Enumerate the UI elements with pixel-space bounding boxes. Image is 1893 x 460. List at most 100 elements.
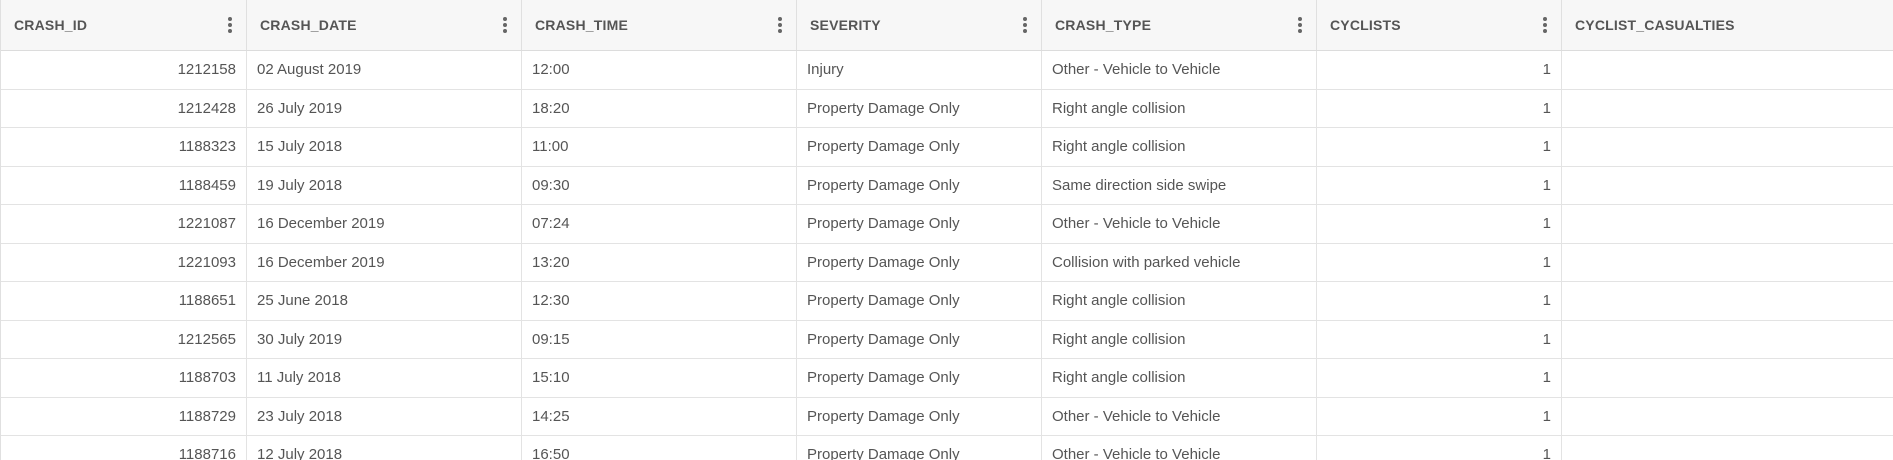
cell-cyclists[interactable]: 1 xyxy=(1317,205,1562,243)
cell-cyclist-casualties[interactable] xyxy=(1562,128,1893,166)
cell-severity[interactable]: Property Damage Only xyxy=(797,282,1042,320)
cell-crash-id[interactable]: 1212428 xyxy=(1,89,247,127)
cell-crash-type[interactable]: Right angle collision xyxy=(1042,282,1317,320)
column-menu-icon[interactable] xyxy=(1543,17,1547,33)
cell-crash-date[interactable]: 15 July 2018 xyxy=(247,128,522,166)
column-header-crash-date[interactable]: CRASH_DATE xyxy=(247,0,522,50)
table-row[interactable]: 1212428 26 July 2019 18:20 Property Damage … xyxy=(1,89,1893,128)
cell-crash-type[interactable]: Right angle collision xyxy=(1042,320,1317,358)
cell-cyclist-casualties[interactable] xyxy=(1562,359,1893,397)
table-row[interactable]: 1221087 16 December 2019 07:24 Property Dam… xyxy=(1,205,1893,244)
cell-crash-time[interactable]: 14:25 xyxy=(522,397,797,435)
cell-cyclists[interactable]: 1 xyxy=(1317,397,1562,435)
column-header-crash-type[interactable]: CRASH_TYPE xyxy=(1042,0,1317,50)
cell-cyclists[interactable]: 1 xyxy=(1317,89,1562,127)
column-menu-icon[interactable] xyxy=(778,17,782,33)
cell-cyclist-casualties[interactable] xyxy=(1562,244,1893,282)
table-row[interactable]: 1212158 02 August 2019 12:00 Injury Other - … xyxy=(1,51,1893,90)
cell-crash-date[interactable]: 11 July 2018 xyxy=(247,359,522,397)
cell-severity[interactable]: Property Damage Only xyxy=(797,166,1042,204)
cell-crash-type[interactable]: Right angle collision xyxy=(1042,359,1317,397)
cell-crash-time[interactable]: 11:00 xyxy=(522,128,797,166)
cell-cyclists[interactable]: 1 xyxy=(1317,320,1562,358)
cell-cyclist-casualties[interactable] xyxy=(1562,51,1893,89)
cell-crash-date[interactable]: 12 July 2018 xyxy=(247,436,522,460)
cell-crash-date[interactable]: 25 June 2018 xyxy=(247,282,522,320)
column-menu-icon[interactable] xyxy=(228,17,232,33)
cell-crash-id[interactable]: 1221093 xyxy=(1,243,247,281)
cell-cyclist-casualties[interactable] xyxy=(1562,321,1893,359)
cell-crash-id[interactable]: 1188703 xyxy=(1,359,247,397)
table-row[interactable]: 1188703 11 July 2018 15:10 Property Damage … xyxy=(1,359,1893,398)
cell-crash-type[interactable]: Other - Vehicle to Vehicle xyxy=(1042,397,1317,435)
cell-cyclists[interactable]: 1 xyxy=(1317,243,1562,281)
cell-crash-time[interactable]: 07:24 xyxy=(522,205,797,243)
cell-cyclist-casualties[interactable] xyxy=(1562,90,1893,128)
cell-crash-id[interactable]: 1188729 xyxy=(1,397,247,435)
cell-crash-date[interactable]: 02 August 2019 xyxy=(247,51,522,89)
cell-crash-date[interactable]: 30 July 2019 xyxy=(247,320,522,358)
cell-crash-type[interactable]: Right angle collision xyxy=(1042,128,1317,166)
cell-crash-time[interactable]: 09:15 xyxy=(522,320,797,358)
cell-cyclist-casualties[interactable] xyxy=(1562,205,1893,243)
cell-severity[interactable]: Property Damage Only xyxy=(797,205,1042,243)
table-row[interactable]: 1188459 19 July 2018 09:30 Property Damage … xyxy=(1,166,1893,205)
cell-cyclist-casualties[interactable] xyxy=(1562,436,1893,460)
cell-severity[interactable]: Property Damage Only xyxy=(797,320,1042,358)
cell-crash-id[interactable]: 1188323 xyxy=(1,128,247,166)
cell-cyclist-casualties[interactable] xyxy=(1562,282,1893,320)
cell-crash-id[interactable]: 1212158 xyxy=(1,51,247,89)
cell-crash-date[interactable]: 16 December 2019 xyxy=(247,243,522,281)
table-row[interactable]: 1188323 15 July 2018 11:00 Property Damage … xyxy=(1,128,1893,167)
table-row[interactable]: 1188729 23 July 2018 14:25 Property Damage … xyxy=(1,397,1893,436)
cell-crash-time[interactable]: 18:20 xyxy=(522,89,797,127)
cell-cyclists[interactable]: 1 xyxy=(1317,166,1562,204)
column-header-severity[interactable]: SEVERITY xyxy=(797,0,1042,50)
table-row[interactable]: 1188716 12 July 2018 16:50 Property Damage … xyxy=(1,436,1893,460)
cell-crash-date[interactable]: 23 July 2018 xyxy=(247,397,522,435)
cell-severity[interactable]: Injury xyxy=(797,51,1042,89)
table-row[interactable]: 1221093 16 December 2019 13:20 Property Dam… xyxy=(1,243,1893,282)
cell-severity[interactable]: Property Damage Only xyxy=(797,89,1042,127)
cell-crash-time[interactable]: 12:30 xyxy=(522,282,797,320)
cell-crash-date[interactable]: 26 July 2019 xyxy=(247,89,522,127)
cell-crash-id[interactable]: 1221087 xyxy=(1,205,247,243)
cell-crash-time[interactable]: 13:20 xyxy=(522,243,797,281)
cell-crash-type[interactable]: Right angle collision xyxy=(1042,89,1317,127)
cell-cyclists[interactable]: 1 xyxy=(1317,359,1562,397)
column-menu-icon[interactable] xyxy=(503,17,507,33)
cell-crash-time[interactable]: 12:00 xyxy=(522,51,797,89)
cell-crash-type[interactable]: Other - Vehicle to Vehicle xyxy=(1042,436,1317,460)
column-menu-icon[interactable] xyxy=(1298,17,1302,33)
cell-cyclists[interactable]: 1 xyxy=(1317,436,1562,460)
cell-cyclist-casualties[interactable] xyxy=(1562,167,1893,205)
cell-crash-time[interactable]: 09:30 xyxy=(522,166,797,204)
cell-crash-type[interactable]: Other - Vehicle to Vehicle xyxy=(1042,51,1317,89)
cell-crash-date[interactable]: 19 July 2018 xyxy=(247,166,522,204)
cell-severity[interactable]: Property Damage Only xyxy=(797,359,1042,397)
cell-severity[interactable]: Property Damage Only xyxy=(797,397,1042,435)
cell-crash-time[interactable]: 16:50 xyxy=(522,436,797,460)
cell-crash-type[interactable]: Collision with parked vehicle xyxy=(1042,243,1317,281)
cell-cyclists[interactable]: 1 xyxy=(1317,282,1562,320)
cell-cyclists[interactable]: 1 xyxy=(1317,51,1562,89)
cell-crash-date[interactable]: 16 December 2019 xyxy=(247,205,522,243)
cell-crash-type[interactable]: Same direction side swipe xyxy=(1042,166,1317,204)
cell-severity[interactable]: Property Damage Only xyxy=(797,128,1042,166)
column-menu-icon[interactable] xyxy=(1023,17,1027,33)
column-header-crash-id[interactable]: CRASH_ID xyxy=(1,0,247,50)
cell-crash-type[interactable]: Other - Vehicle to Vehicle xyxy=(1042,205,1317,243)
cell-crash-id[interactable]: 1188651 xyxy=(1,282,247,320)
cell-crash-id[interactable]: 1188716 xyxy=(1,436,247,460)
cell-crash-id[interactable]: 1188459 xyxy=(1,166,247,204)
cell-crash-id[interactable]: 1212565 xyxy=(1,320,247,358)
column-header-cyclists[interactable]: CYCLISTS xyxy=(1317,0,1562,50)
cell-crash-time[interactable]: 15:10 xyxy=(522,359,797,397)
table-row[interactable]: 1188651 25 June 2018 12:30 Property Damage … xyxy=(1,282,1893,321)
column-header-crash-time[interactable]: CRASH_TIME xyxy=(522,0,797,50)
cell-severity[interactable]: Property Damage Only xyxy=(797,243,1042,281)
table-row[interactable]: 1212565 30 July 2019 09:15 Property Damage … xyxy=(1,320,1893,359)
cell-cyclists[interactable]: 1 xyxy=(1317,128,1562,166)
cell-severity[interactable]: Property Damage Only xyxy=(797,436,1042,460)
cell-cyclist-casualties[interactable] xyxy=(1562,398,1893,436)
